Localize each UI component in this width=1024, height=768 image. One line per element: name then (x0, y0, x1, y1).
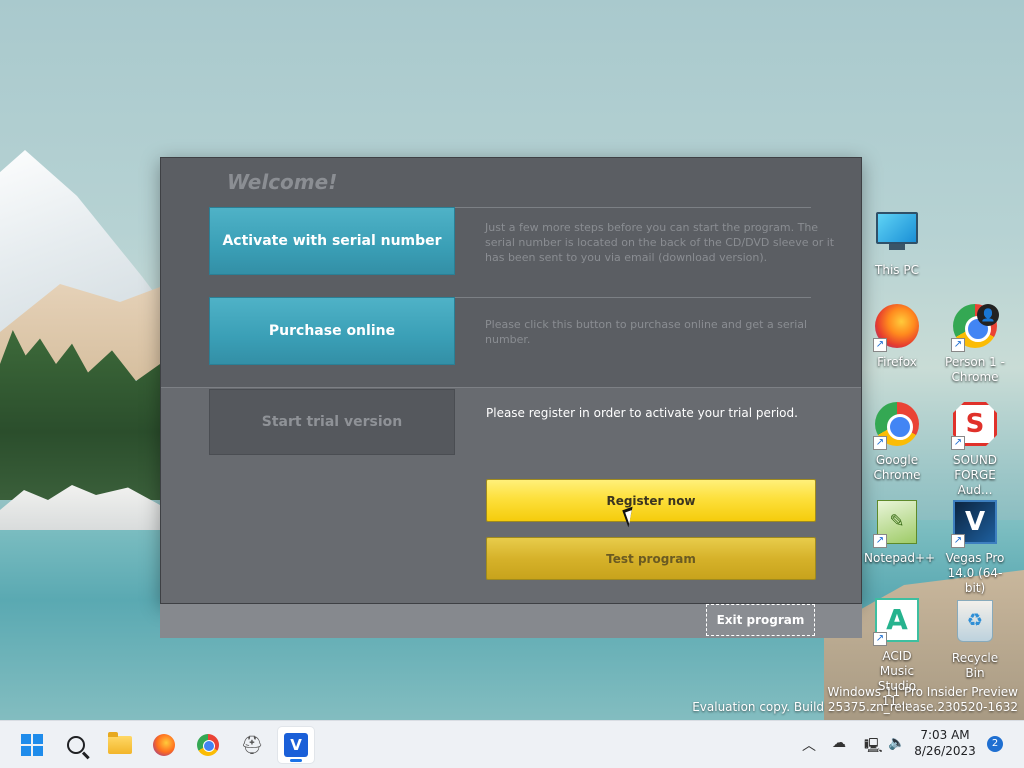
vegas-app-icon: V (284, 733, 308, 757)
desktop-icon-label: This PC (875, 263, 919, 277)
watermark-line: Evaluation copy. Build 25375.zn_release.… (692, 700, 1018, 714)
firefox-icon: ↗ (873, 304, 921, 352)
desktop-icon-label: Google Chrome (873, 453, 921, 482)
taskbar-file-explorer[interactable] (102, 727, 138, 763)
notification-badge[interactable]: 2 (987, 736, 1003, 752)
activate-serial-button[interactable]: Activate with serial number (209, 207, 455, 275)
desktop-icon-this-pc[interactable]: This PC (864, 206, 930, 278)
test-program-button[interactable]: Test program (486, 537, 816, 580)
desktop-icon-label: Person 1 - Chrome (945, 355, 1005, 384)
desktop-icon-notepad-plus-plus[interactable]: ✎ ↗ Notepad++ (864, 498, 936, 566)
vegas-pro-icon: V ↗ (951, 500, 999, 548)
taskbar-chrome[interactable] (190, 727, 226, 763)
taskbar-app[interactable]: ⛑ (234, 727, 270, 763)
onedrive-offline-icon[interactable]: ☁ (832, 735, 846, 751)
desktop-icon-label: SOUND FORGE Aud... (952, 453, 998, 497)
windows-logo-icon (21, 734, 43, 756)
recycle-bin-icon: ♻ (951, 600, 999, 648)
chrome-icon (197, 734, 219, 756)
shortcut-arrow-icon: ↗ (951, 534, 965, 548)
start-button[interactable] (14, 727, 50, 763)
desktop-icon-label: Firefox (877, 355, 917, 369)
register-now-button[interactable]: Register now (486, 479, 816, 522)
acid-music-icon: A ↗ (873, 598, 921, 646)
desktop-icon-sound-forge[interactable]: S ↗ SOUND FORGE Aud... (942, 400, 1008, 498)
desktop-icon-firefox[interactable]: ↗ Firefox (864, 302, 930, 370)
desktop-icon-label: Notepad++ (864, 551, 936, 565)
notepad-plus-plus-icon: ✎ ↗ (873, 500, 921, 548)
taskbar-firefox[interactable] (146, 727, 182, 763)
folder-icon (108, 732, 132, 754)
start-trial-button[interactable]: Start trial version (209, 389, 455, 455)
desktop-icon-recycle-bin[interactable]: ♻ Recycle Bin (942, 596, 1008, 681)
taskbar-clock[interactable]: 7:03 AM 8/26/2023 (910, 727, 980, 759)
trial-description: Please register in order to activate you… (486, 406, 798, 420)
windows-watermark: Windows 11 Pro Insider Preview Evaluatio… (692, 685, 1018, 715)
activate-serial-description: Just a few more steps before you can sta… (485, 221, 835, 264)
desktop-icon-google-chrome[interactable]: ↗ Google Chrome (864, 400, 930, 483)
tray-chevron-up-icon[interactable]: ︿ (802, 735, 816, 755)
chrome-profile-icon: 👤 ↗ (951, 304, 999, 352)
search-icon (67, 736, 85, 754)
clock-date: 8/26/2023 (914, 744, 976, 758)
monitor-icon (873, 212, 921, 260)
network-tool-icon: ⛑ (240, 734, 264, 756)
separator (455, 297, 811, 298)
shortcut-arrow-icon: ↗ (873, 534, 887, 548)
firefox-icon (153, 734, 175, 756)
purchase-online-button[interactable]: Purchase online (209, 297, 455, 365)
separator (455, 207, 811, 208)
activation-dialog: Welcome! Activate with serial number Jus… (160, 157, 862, 604)
welcome-title: Welcome! (227, 170, 338, 194)
desktop-icon-label: Recycle Bin (951, 651, 999, 680)
volume-icon[interactable]: 🔈 (888, 735, 905, 751)
clock-time: 7:03 AM (920, 728, 970, 742)
shortcut-arrow-icon: ↗ (873, 436, 887, 450)
exit-program-button[interactable]: Exit program (706, 604, 815, 636)
trial-section: Start trial version Please register in o… (161, 387, 861, 603)
shortcut-arrow-icon: ↗ (951, 436, 965, 450)
taskbar-search-button[interactable] (58, 727, 94, 763)
desktop-icon-label: Vegas Pro 14.0 (64-bit) (945, 551, 1005, 595)
taskbar-vegas-app[interactable]: V (278, 727, 314, 763)
taskbar: ⛑ V ︿ ☁ 🖳 🔈 (0, 720, 1024, 768)
desktop-icon-person-chrome[interactable]: 👤 ↗ Person 1 - Chrome (942, 302, 1008, 385)
purchase-online-description: Please click this button to purchase onl… (485, 318, 808, 346)
sound-forge-icon: S ↗ (951, 402, 999, 450)
shortcut-arrow-icon: ↗ (951, 338, 965, 352)
person-icon: 👤 (977, 304, 999, 326)
shortcut-arrow-icon: ↗ (873, 632, 887, 646)
network-icon[interactable]: 🖳 (864, 735, 883, 759)
chrome-icon: ↗ (873, 402, 921, 450)
desktop-icon-vegas-pro[interactable]: V ↗ Vegas Pro 14.0 (64-bit) (942, 498, 1008, 596)
watermark-line: Windows 11 Pro Insider Preview (827, 685, 1018, 699)
shortcut-arrow-icon: ↗ (873, 338, 887, 352)
